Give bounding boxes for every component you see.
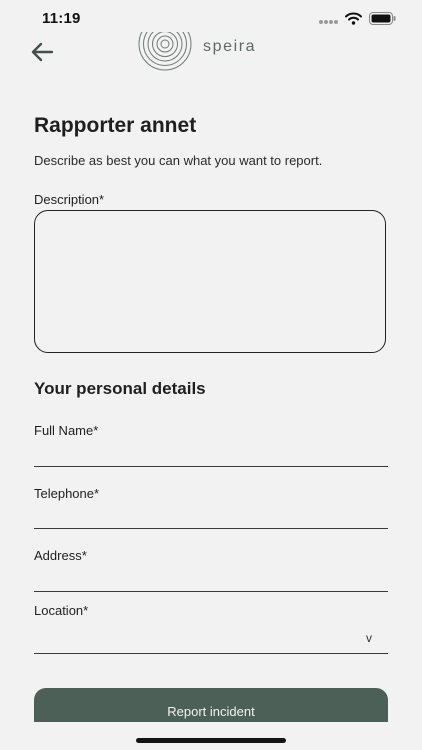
speira-logo: speira <box>137 17 297 72</box>
page-subtitle: Describe as best you can what you want t… <box>34 153 323 168</box>
telephone-input[interactable] <box>34 502 388 529</box>
full-name-input[interactable] <box>34 440 388 467</box>
wifi-icon <box>345 12 362 30</box>
arrow-left-icon <box>30 41 54 68</box>
telephone-label: Telephone* <box>34 486 100 501</box>
chevron-down-icon: v <box>366 631 372 645</box>
battery-icon <box>369 12 396 30</box>
location-label: Location* <box>34 603 89 618</box>
logo-rings-icon <box>137 17 193 77</box>
address-label: Address* <box>34 548 87 563</box>
full-name-label: Full Name* <box>34 423 99 438</box>
back-button[interactable] <box>28 40 56 68</box>
logo-wordmark: speira <box>203 38 257 55</box>
status-time: 11:19 <box>42 10 81 27</box>
location-select[interactable]: v <box>34 624 388 654</box>
header: speira <box>0 17 422 76</box>
signal-dots-icon <box>318 12 338 30</box>
page-title: Rapporter annet <box>34 114 197 137</box>
report-incident-button[interactable]: Report incident <box>34 688 388 722</box>
personal-details-title: Your personal details <box>34 379 206 398</box>
home-indicator <box>136 738 286 743</box>
status-icons <box>318 12 396 30</box>
address-input[interactable] <box>34 565 388 592</box>
description-textarea[interactable] <box>34 210 386 353</box>
description-label: Description* <box>34 192 105 207</box>
